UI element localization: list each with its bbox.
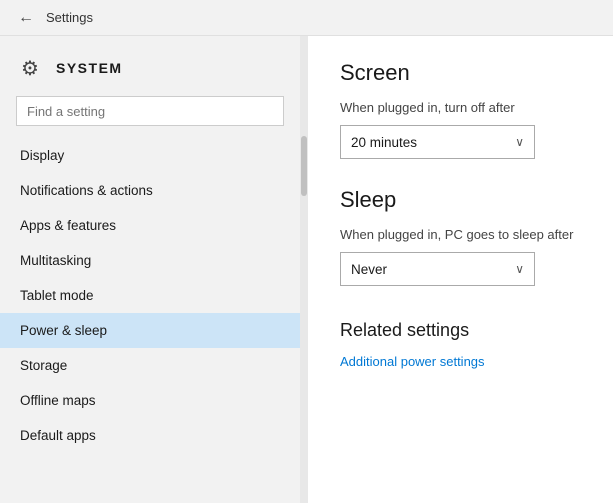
sleep-section: Sleep When plugged in, PC goes to sleep …: [340, 187, 581, 314]
sidebar-item-tablet[interactable]: Tablet mode: [0, 278, 300, 313]
additional-power-settings-link[interactable]: Additional power settings: [340, 354, 485, 369]
content-area: ⚙ SYSTEM Display Notifications & actions: [0, 36, 613, 503]
sidebar-item-display[interactable]: Display: [0, 138, 300, 173]
main-content: Screen When plugged in, turn off after 2…: [308, 36, 613, 503]
sleep-dropdown-value: Never: [351, 262, 387, 277]
gear-icon: ⚙: [16, 54, 44, 82]
sidebar: ⚙ SYSTEM Display Notifications & actions: [0, 36, 300, 503]
search-container: [0, 96, 300, 138]
sidebar-header: ⚙ SYSTEM: [0, 36, 300, 96]
sidebar-item-default-apps[interactable]: Default apps: [0, 418, 300, 453]
nav-items: Display Notifications & actions Apps & f…: [0, 138, 300, 503]
sidebar-item-apps[interactable]: Apps & features: [0, 208, 300, 243]
sleep-dropdown[interactable]: Never ∨: [340, 252, 535, 286]
sidebar-scrollbar-track[interactable]: [300, 36, 308, 503]
chevron-down-icon: ∨: [515, 135, 524, 149]
back-button[interactable]: ←: [12, 4, 40, 32]
screen-title: Screen: [340, 60, 581, 86]
screen-dropdown[interactable]: 20 minutes ∨: [340, 125, 535, 159]
sidebar-item-multitasking[interactable]: Multitasking: [0, 243, 300, 278]
screen-dropdown-value: 20 minutes: [351, 135, 417, 150]
sidebar-item-notifications[interactable]: Notifications & actions: [0, 173, 300, 208]
sidebar-item-power[interactable]: Power & sleep: [0, 313, 300, 348]
screen-section: Screen When plugged in, turn off after 2…: [340, 60, 581, 187]
sidebar-scrollbar-thumb[interactable]: [301, 136, 307, 196]
chevron-down-icon-sleep: ∨: [515, 262, 524, 276]
system-title: SYSTEM: [56, 60, 123, 76]
window-title: Settings: [46, 10, 93, 25]
sidebar-container: ⚙ SYSTEM Display Notifications & actions: [0, 36, 308, 503]
sidebar-item-offline-maps[interactable]: Offline maps: [0, 383, 300, 418]
sleep-label: When plugged in, PC goes to sleep after: [340, 227, 581, 242]
sleep-title: Sleep: [340, 187, 581, 213]
titlebar: ← Settings: [0, 0, 613, 36]
screen-label: When plugged in, turn off after: [340, 100, 581, 115]
sidebar-item-storage[interactable]: Storage: [0, 348, 300, 383]
settings-window: ← Settings ⚙ SYSTEM: [0, 0, 613, 503]
search-input[interactable]: [16, 96, 284, 126]
related-settings-title: Related settings: [340, 320, 581, 341]
related-settings-section: Related settings Additional power settin…: [340, 314, 581, 369]
